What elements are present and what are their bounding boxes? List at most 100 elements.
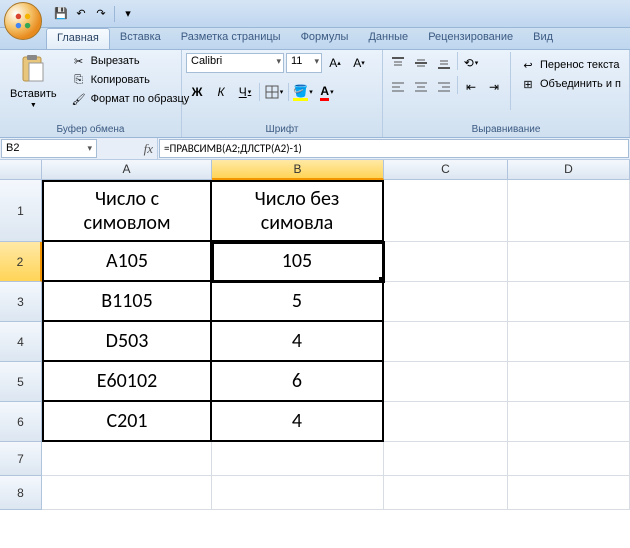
align-bottom-button[interactable] (433, 52, 455, 74)
column-headers: A B C D (42, 160, 630, 180)
align-top-button[interactable] (387, 52, 409, 74)
font-size-select[interactable]: 11 (286, 53, 322, 73)
formula-bar: B2 fx =ПРАВСИМВ(A2;ДЛСТР(A2)-1) (0, 138, 630, 160)
cell-B1[interactable]: Число безсимовла (212, 180, 384, 242)
fx-icon[interactable]: fx (144, 141, 153, 157)
col-header-C[interactable]: C (384, 160, 508, 180)
quick-access-toolbar: 💾 ↶ ↷ ▾ (52, 5, 137, 23)
underline-button[interactable]: Ч▾ (234, 81, 256, 103)
group-alignment: ⟲▾ ⇤ ⇥ ↩ Перенос текста ⊞Объединить и п В… (383, 50, 630, 137)
tab-page-layout[interactable]: Разметка страницы (171, 28, 291, 49)
name-box[interactable]: B2 (1, 139, 97, 158)
cell-B3[interactable]: 5 (212, 282, 384, 322)
row-header-3[interactable]: 3 (0, 282, 42, 322)
cell-A8[interactable] (42, 476, 212, 510)
cut-button[interactable]: ✂Вырезать (67, 52, 194, 70)
row-header-4[interactable]: 4 (0, 322, 42, 362)
group-label-font: Шрифт (186, 122, 378, 137)
copy-label: Копировать (91, 74, 150, 86)
cell-C5[interactable] (384, 362, 508, 402)
paste-label: Вставить (10, 88, 57, 100)
cell-A3[interactable]: В1105 (42, 282, 212, 322)
col-header-D[interactable]: D (508, 160, 630, 180)
tab-review[interactable]: Рецензирование (418, 28, 523, 49)
cell-B6[interactable]: 4 (212, 402, 384, 442)
cell-D1[interactable] (508, 180, 630, 242)
cell-A4[interactable]: D503 (42, 322, 212, 362)
cell-D8[interactable] (508, 476, 630, 510)
wrap-text-button[interactable]: ↩ Перенос текста (516, 56, 625, 74)
separator (457, 76, 458, 94)
col-header-A[interactable]: A (42, 160, 212, 180)
undo-icon[interactable]: ↶ (72, 5, 90, 23)
italic-button[interactable]: К (210, 81, 232, 103)
bold-button[interactable]: Ж (186, 81, 208, 103)
cell-C6[interactable] (384, 402, 508, 442)
align-right-button[interactable] (433, 76, 455, 98)
save-icon[interactable]: 💾 (52, 5, 70, 23)
align-left-button[interactable] (387, 76, 409, 98)
cell-C1[interactable] (384, 180, 508, 242)
cut-label: Вырезать (91, 55, 140, 67)
cell-A1[interactable]: Число ссимовлом (42, 180, 212, 242)
cell-B7[interactable] (212, 442, 384, 476)
tab-formulas[interactable]: Формулы (291, 28, 359, 49)
row-header-5[interactable]: 5 (0, 362, 42, 402)
decrease-indent-button[interactable]: ⇤ (460, 76, 482, 98)
redo-icon[interactable]: ↷ (92, 5, 110, 23)
cell-D7[interactable] (508, 442, 630, 476)
row-header-6[interactable]: 6 (0, 402, 42, 442)
shrink-font-button[interactable]: A▾ (348, 52, 370, 74)
group-label-alignment: Выравнивание (387, 122, 625, 137)
row-header-2[interactable]: 2 (0, 242, 42, 282)
copy-button[interactable]: ⎘Копировать (67, 71, 194, 89)
cell-A7[interactable] (42, 442, 212, 476)
row-header-1[interactable]: 1 (0, 180, 42, 242)
cell-C7[interactable] (384, 442, 508, 476)
office-button[interactable] (4, 2, 42, 40)
fill-color-button[interactable]: 🪣▾ (292, 81, 314, 103)
cell-D5[interactable] (508, 362, 630, 402)
tab-insert[interactable]: Вставка (110, 28, 171, 49)
cell-B5[interactable]: 6 (212, 362, 384, 402)
tab-view[interactable]: Вид (523, 28, 563, 49)
row-header-7[interactable]: 7 (0, 442, 42, 476)
cell-B2[interactable]: 105 (212, 242, 384, 282)
cell-B8[interactable] (212, 476, 384, 510)
cell-C8[interactable] (384, 476, 508, 510)
font-name-select[interactable]: Calibri (186, 53, 284, 73)
cell-A2[interactable]: А105 (42, 242, 212, 282)
cells: Число ссимовломЧисло безсимовлаА105105В1… (42, 180, 630, 510)
tab-home[interactable]: Главная (46, 28, 110, 49)
merge-button[interactable]: ⊞Объединить и п (516, 75, 625, 93)
wrap-label: Перенос текста (540, 59, 620, 71)
font-color-button[interactable]: A▾ (316, 81, 338, 103)
cell-A5[interactable]: E60102 (42, 362, 212, 402)
cell-C3[interactable] (384, 282, 508, 322)
cell-D2[interactable] (508, 242, 630, 282)
col-header-B[interactable]: B (212, 160, 384, 180)
cell-D3[interactable] (508, 282, 630, 322)
paste-button[interactable]: Вставить ▼ (4, 52, 63, 111)
cell-C2[interactable] (384, 242, 508, 282)
align-middle-button[interactable] (410, 52, 432, 74)
format-painter-button[interactable]: 🖌Формат по образцу (67, 90, 194, 108)
cell-C4[interactable] (384, 322, 508, 362)
cell-D4[interactable] (508, 322, 630, 362)
increase-indent-button[interactable]: ⇥ (483, 76, 505, 98)
brush-icon: 🖌 (71, 91, 87, 107)
align-center-button[interactable] (410, 76, 432, 98)
cell-A6[interactable]: С201 (42, 402, 212, 442)
select-all-corner[interactable] (0, 160, 42, 180)
cell-B4[interactable]: 4 (212, 322, 384, 362)
title-bar: 💾 ↶ ↷ ▾ (0, 0, 630, 28)
orientation-button[interactable]: ⟲▾ (460, 52, 482, 74)
formula-input[interactable]: =ПРАВСИМВ(A2;ДЛСТР(A2)-1) (159, 139, 629, 158)
wrap-icon: ↩ (520, 57, 536, 73)
cell-D6[interactable] (508, 402, 630, 442)
row-header-8[interactable]: 8 (0, 476, 42, 510)
borders-button[interactable]: ▾ (263, 81, 285, 103)
grow-font-button[interactable]: A▴ (324, 52, 346, 74)
qat-customize-icon[interactable]: ▾ (119, 5, 137, 23)
tab-data[interactable]: Данные (358, 28, 418, 49)
